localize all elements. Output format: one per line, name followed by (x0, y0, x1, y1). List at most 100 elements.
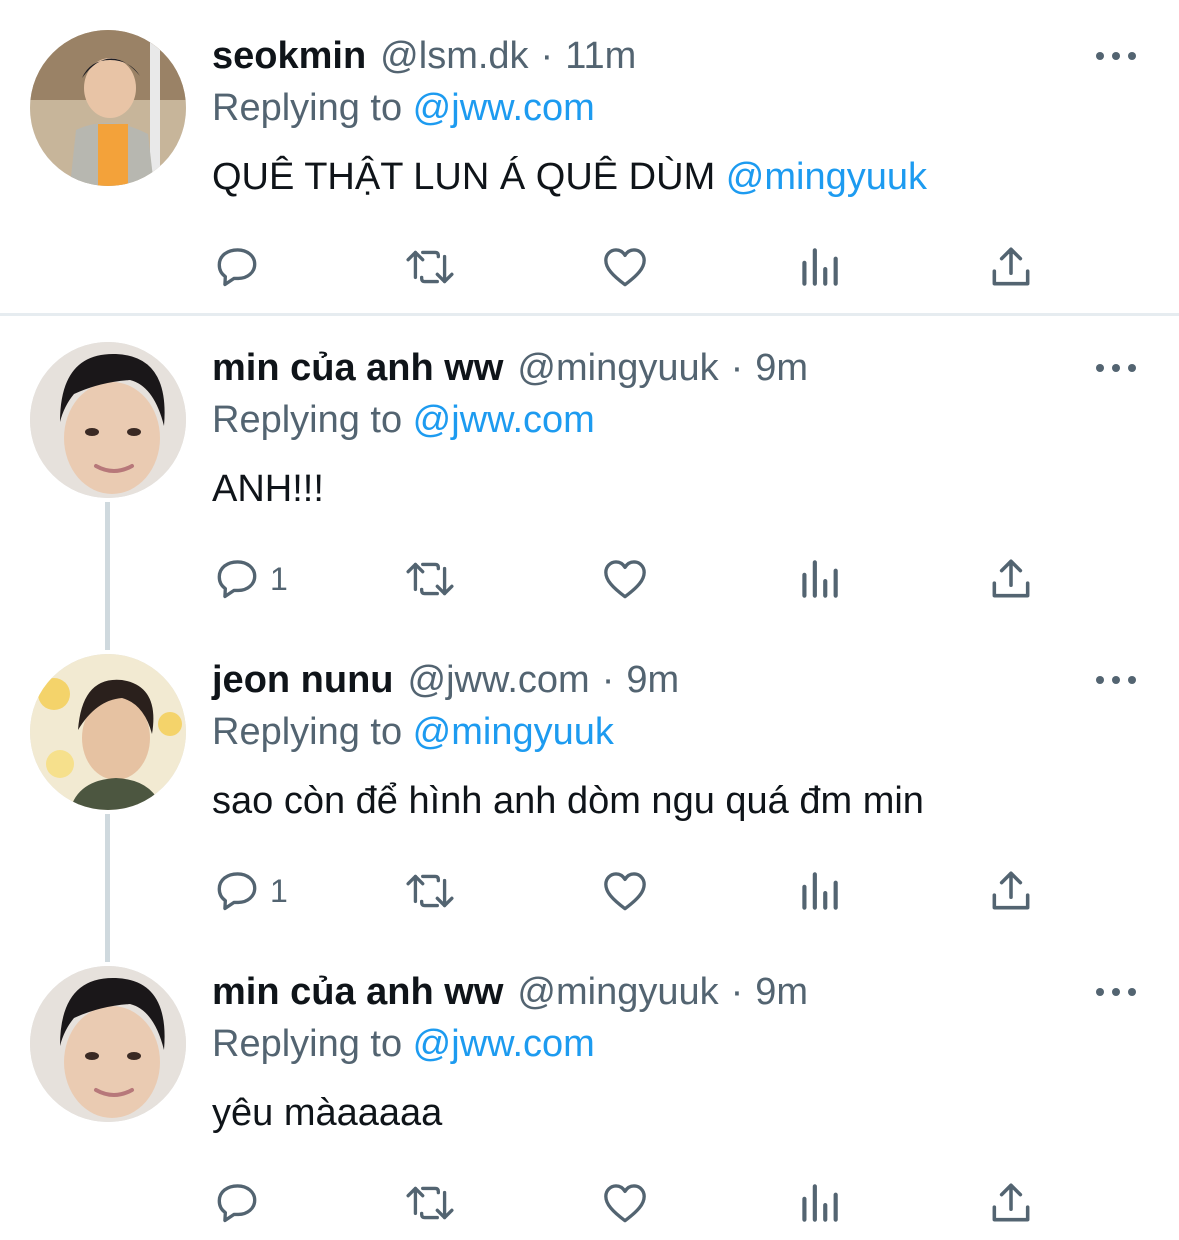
share-button[interactable] (986, 1178, 1036, 1228)
views-button[interactable] (796, 242, 842, 292)
reply-icon (217, 560, 257, 599)
replying-to: Replying to @jww.com (212, 396, 595, 444)
timestamp[interactable]: 9m (626, 656, 679, 704)
reply-icon (217, 248, 257, 287)
retweet-button[interactable] (402, 554, 458, 604)
retweet-button[interactable] (402, 1178, 458, 1228)
tweet-actions: 1 (212, 554, 1042, 604)
avatar-jeon (30, 654, 186, 810)
avatar[interactable] (30, 966, 186, 1122)
display-name[interactable]: seokmin (212, 32, 366, 80)
views-button[interactable] (796, 554, 842, 604)
tweet[interactable]: min của anh ww @mingyuuk · 9m Replying t… (0, 966, 1179, 1238)
share-icon (992, 247, 1030, 286)
replying-prefix: Replying to (212, 87, 413, 129)
tweet-text: ANH!!! (212, 464, 324, 514)
display-name[interactable]: min của anh ww (212, 344, 503, 392)
views-button[interactable] (796, 1178, 842, 1228)
replying-to-link[interactable]: @jww.com (413, 1023, 595, 1065)
timestamp[interactable]: 11m (565, 32, 636, 80)
tweet[interactable]: min của anh ww @mingyuuk · 9m Replying t… (0, 342, 1179, 614)
replying-prefix: Replying to (212, 399, 413, 441)
share-button[interactable] (986, 554, 1036, 604)
user-handle[interactable]: @mingyuuk (517, 344, 718, 392)
analytics-icon (802, 560, 838, 598)
replying-prefix: Replying to (212, 711, 413, 753)
user-handle[interactable]: @lsm.dk (380, 32, 528, 80)
replying-to: Replying to @jww.com (212, 1020, 595, 1068)
more-icon[interactable] (1096, 980, 1136, 1004)
retweet-button[interactable] (402, 242, 458, 292)
tweet-header: min của anh ww @mingyuuk · 9m (212, 344, 808, 392)
tweet-header: seokmin @lsm.dk · 11m (212, 32, 636, 80)
retweet-icon (406, 874, 454, 908)
mention-link[interactable]: @mingyuuk (726, 156, 927, 198)
tweet-text-content: QUÊ THẬT LUN Á QUÊ DÙM (212, 156, 726, 198)
more-icon[interactable] (1096, 668, 1136, 692)
like-button[interactable] (600, 866, 650, 916)
like-button[interactable] (600, 1178, 650, 1228)
heart-icon (604, 560, 646, 599)
separator-dot: · (540, 35, 554, 77)
tweet-text: QUÊ THẬT LUN Á QUÊ DÙM @mingyuuk (212, 152, 927, 202)
more-icon[interactable] (1096, 44, 1136, 68)
reply-button[interactable]: 1 (212, 866, 288, 916)
display-name[interactable]: min của anh ww (212, 968, 503, 1016)
tweet-text-content: ANH!!! (212, 468, 324, 510)
analytics-icon (802, 248, 838, 286)
heart-icon (604, 872, 646, 911)
reply-button[interactable] (212, 242, 270, 292)
reply-icon (217, 1184, 257, 1223)
views-button[interactable] (796, 866, 842, 916)
avatar[interactable] (30, 30, 186, 186)
share-button[interactable] (986, 242, 1036, 292)
reply-icon (217, 872, 257, 911)
avatar[interactable] (30, 654, 186, 810)
timestamp[interactable]: 9m (755, 968, 808, 1016)
reply-button[interactable]: 1 (212, 554, 288, 604)
share-button[interactable] (986, 866, 1036, 916)
tweet-actions (212, 242, 1042, 292)
more-icon[interactable] (1096, 356, 1136, 380)
replying-to: Replying to @jww.com (212, 84, 595, 132)
avatar-seokmin (30, 30, 186, 186)
heart-icon (604, 248, 646, 287)
tweet[interactable]: seokmin @lsm.dk · 11m Replying to @jww.c… (0, 30, 1179, 302)
retweet-button[interactable] (402, 866, 458, 916)
separator-dot: · (730, 971, 744, 1013)
separator-dot: · (730, 347, 744, 389)
avatar[interactable] (30, 342, 186, 498)
timestamp[interactable]: 9m (755, 344, 808, 392)
replying-to-link[interactable]: @jww.com (413, 87, 595, 129)
share-icon (992, 1183, 1030, 1222)
reply-count: 1 (270, 872, 288, 909)
retweet-icon (406, 1186, 454, 1220)
tweet-text: yêu màaaaaa (212, 1088, 442, 1138)
tweet-text: sao còn để hình anh dòm ngu quá đm min (212, 776, 924, 826)
replying-prefix: Replying to (212, 1023, 413, 1065)
replying-to: Replying to @mingyuuk (212, 708, 614, 756)
tweet[interactable]: jeon nunu @jww.com · 9m Replying to @min… (0, 654, 1179, 926)
share-icon (992, 871, 1030, 910)
tweet-actions: 1 (212, 866, 1042, 916)
avatar-min (30, 342, 186, 498)
replying-to-link[interactable]: @jww.com (413, 399, 595, 441)
like-button[interactable] (600, 242, 650, 292)
replying-to-link[interactable]: @mingyuuk (413, 711, 614, 753)
separator-dot: · (601, 659, 615, 701)
user-handle[interactable]: @mingyuuk (517, 968, 718, 1016)
like-button[interactable] (600, 554, 650, 604)
avatar-min (30, 966, 186, 1122)
analytics-icon (802, 1184, 838, 1222)
analytics-icon (802, 872, 838, 910)
display-name[interactable]: jeon nunu (212, 656, 394, 704)
tweet-header: jeon nunu @jww.com · 9m (212, 656, 679, 704)
retweet-icon (406, 562, 454, 596)
reply-button[interactable] (212, 1178, 270, 1228)
user-handle[interactable]: @jww.com (408, 656, 590, 704)
reply-count: 1 (270, 560, 288, 597)
tweet-text-content: yêu màaaaaa (212, 1092, 443, 1134)
tweet-text-content: sao còn để hình anh dòm ngu quá đm min (212, 780, 924, 822)
tweet-header: min của anh ww @mingyuuk · 9m (212, 968, 808, 1016)
retweet-icon (406, 250, 454, 284)
